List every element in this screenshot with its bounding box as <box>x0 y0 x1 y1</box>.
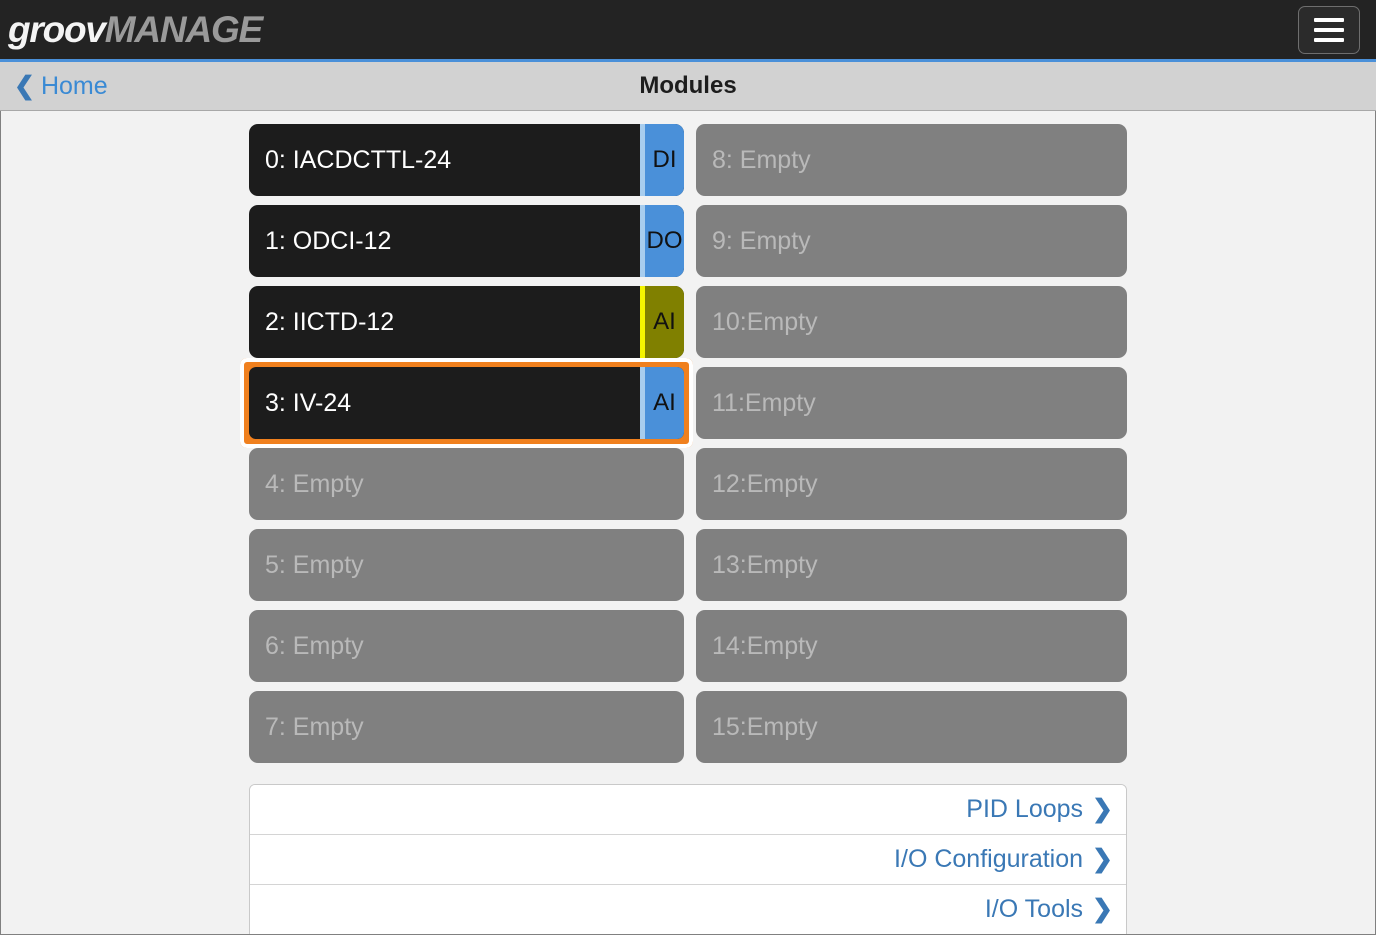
brand-logo-manage: MANAGE <box>104 9 263 50</box>
nav-list-item[interactable]: I/O Configuration ❯ <box>250 835 1126 885</box>
module-slot[interactable]: 9: Empty <box>696 205 1127 277</box>
module-slot-label: 3: IV-24 <box>265 388 352 417</box>
chevron-right-icon: ❯ <box>1092 895 1113 923</box>
module-slot[interactable]: 2: IICTD-12 AI <box>249 286 684 358</box>
module-slot-label: 1: ODCI-12 <box>265 226 392 255</box>
module-slot-label: 0: IACDCTTL-24 <box>265 145 452 174</box>
nav-list-item-label: I/O Configuration <box>894 845 1084 873</box>
module-slot-wrapper: 10:Empty <box>696 286 1127 358</box>
module-slot-label: 10:Empty <box>712 307 818 336</box>
module-slot-wrapper: 3: IV-24 AI <box>240 358 693 448</box>
hamburger-menu-icon[interactable] <box>1298 6 1360 54</box>
module-slot-label: 8: Empty <box>712 145 811 174</box>
app-root: groovMANAGE ❮ Home Modules 0: IACDCTTL-2… <box>0 0 1376 935</box>
modules-grid: 0: IACDCTTL-24 DI 8: Empty 1: ODCI-12 DO 9: E… <box>240 124 1127 763</box>
module-slot-wrapper: 5: Empty <box>249 529 684 601</box>
module-type-badge: DI <box>640 124 684 196</box>
module-slot[interactable]: 6: Empty <box>249 610 684 682</box>
module-slot-label: 12:Empty <box>712 469 818 498</box>
page-title: Modules <box>639 72 737 99</box>
sub-header-bar: ❮ Home Modules <box>0 62 1376 111</box>
module-slot[interactable]: 12:Empty <box>696 448 1127 520</box>
chevron-left-icon: ❮ <box>14 71 35 100</box>
module-slot-wrapper: 9: Empty <box>696 205 1127 277</box>
module-slot-label: 13:Empty <box>712 550 818 579</box>
module-slot-wrapper: 2: IICTD-12 AI <box>249 286 684 358</box>
module-slot[interactable]: 0: IACDCTTL-24 DI <box>249 124 684 196</box>
module-slot-wrapper: 14:Empty <box>696 610 1127 682</box>
module-slot-wrapper: 15:Empty <box>696 691 1127 763</box>
module-slot[interactable]: 15:Empty <box>696 691 1127 763</box>
module-slot-label: 5: Empty <box>265 550 364 579</box>
module-slot-label: 7: Empty <box>265 712 364 741</box>
module-slot-label: 14:Empty <box>712 631 818 660</box>
module-slot[interactable]: 10:Empty <box>696 286 1127 358</box>
module-slot[interactable]: 1: ODCI-12 DO <box>249 205 684 277</box>
nav-list-item[interactable]: I/O Tools ❯ <box>250 885 1126 934</box>
hamburger-bar-1 <box>1314 18 1344 22</box>
module-slot-label: 2: IICTD-12 <box>265 307 395 336</box>
module-slot-label: 11:Empty <box>712 388 816 417</box>
module-type-badge: AI <box>640 367 684 439</box>
chevron-right-icon: ❯ <box>1092 845 1113 873</box>
hamburger-bar-2 <box>1314 28 1344 32</box>
module-slot-label: 4: Empty <box>265 469 364 498</box>
module-slot-label: 6: Empty <box>265 631 364 660</box>
top-app-bar: groovMANAGE <box>0 0 1376 62</box>
module-slot[interactable]: 5: Empty <box>249 529 684 601</box>
module-type-badge: AI <box>640 286 684 358</box>
module-slot[interactable]: 3: IV-24 AI <box>249 367 684 439</box>
module-slot-label: 15:Empty <box>712 712 818 741</box>
module-slot-wrapper: 12:Empty <box>696 448 1127 520</box>
module-slot[interactable]: 11:Empty <box>696 367 1127 439</box>
module-slot-wrapper: 0: IACDCTTL-24 DI <box>249 124 684 196</box>
module-slot-wrapper: 1: ODCI-12 DO <box>249 205 684 277</box>
nav-list-item-label: I/O Tools <box>984 895 1084 923</box>
hamburger-bar-3 <box>1314 38 1344 42</box>
module-slot[interactable]: 13:Empty <box>696 529 1127 601</box>
module-type-badge: DO <box>640 205 684 277</box>
io-nav-list: PID Loops❯I/O Configuration❯I/O Tools❯I/… <box>249 784 1127 934</box>
chevron-right-icon: ❯ <box>1092 795 1113 823</box>
brand-logo: groovMANAGE <box>8 9 263 50</box>
module-slot[interactable]: 8: Empty <box>696 124 1127 196</box>
content-area: 0: IACDCTTL-24 DI 8: Empty 1: ODCI-12 DO 9: E… <box>0 111 1376 935</box>
back-to-home-link[interactable]: ❮ Home <box>14 71 108 100</box>
module-slot[interactable]: 4: Empty <box>249 448 684 520</box>
brand-logo-groov: groov <box>8 9 106 50</box>
module-slot-wrapper: 4: Empty <box>249 448 684 520</box>
nav-list-item[interactable]: PID Loops ❯ <box>250 785 1126 835</box>
module-slot[interactable]: 7: Empty <box>249 691 684 763</box>
nav-list-item-label: PID Loops <box>966 795 1084 823</box>
module-slot-wrapper: 6: Empty <box>249 610 684 682</box>
module-slot-wrapper: 11:Empty <box>696 367 1127 439</box>
module-slot[interactable]: 14:Empty <box>696 610 1127 682</box>
back-link-label: Home <box>40 71 108 100</box>
module-slot-label: 9: Empty <box>712 226 811 255</box>
module-slot-wrapper: 8: Empty <box>696 124 1127 196</box>
module-slot-wrapper: 13:Empty <box>696 529 1127 601</box>
module-slot-wrapper: 7: Empty <box>249 691 684 763</box>
